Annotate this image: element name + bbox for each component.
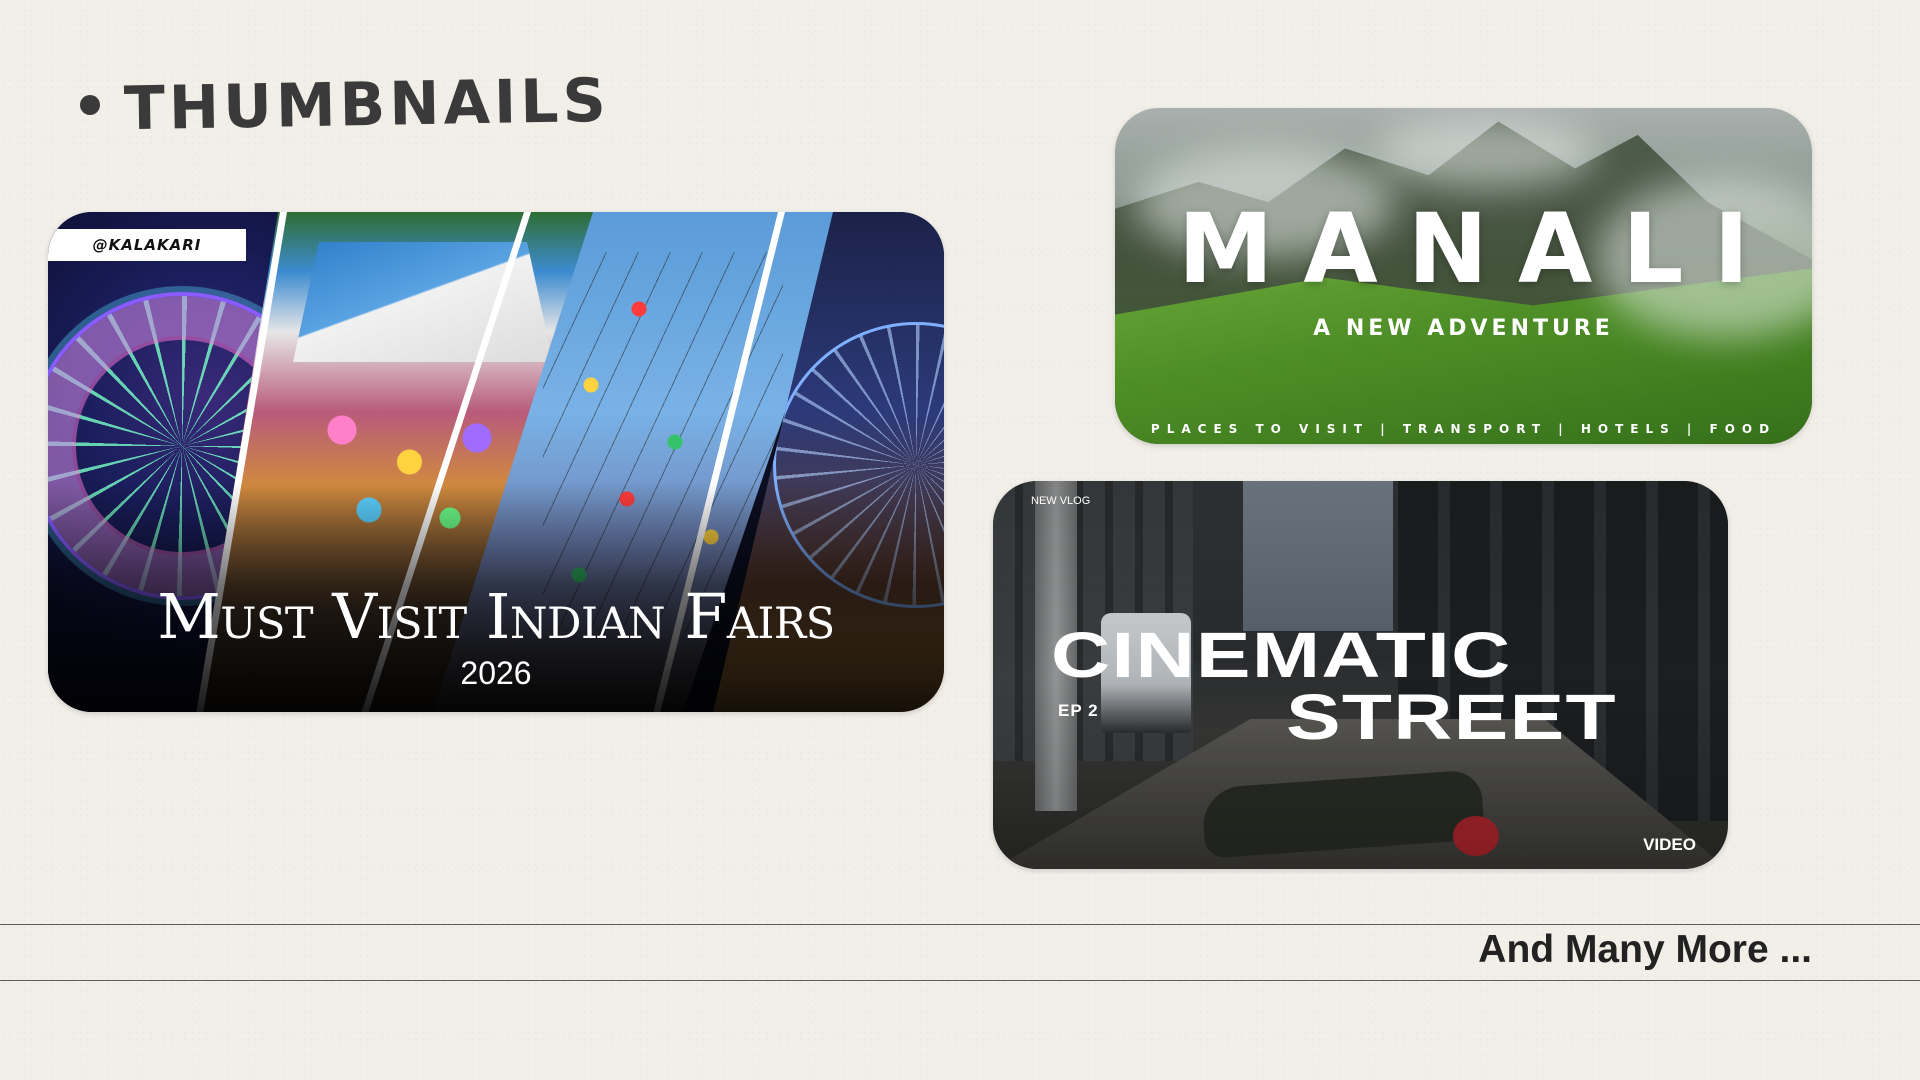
section-heading: THUMBNAILS (80, 66, 610, 144)
thumbnail-title: MANALI (1177, 193, 1780, 305)
divider-line-top (0, 924, 1920, 925)
thumbnail-title-line-2: STREET (1286, 681, 1617, 753)
thumbnail-subtitle: A NEW ADVENTURE (1313, 316, 1614, 341)
thumbnail-manali[interactable]: MANALI A NEW ADVENTURE PLACES TO VISIT |… (1115, 108, 1812, 444)
thumbnail-title: Must Visit Indian Fairs (157, 580, 835, 653)
more-caption: And Many More ... (1478, 928, 1812, 971)
thumbnail-indian-fairs[interactable]: @KALAKARI Must Visit Indian Fairs 2026 (48, 212, 944, 712)
video-label: VIDEO (1643, 835, 1696, 854)
mist-cloud (1375, 118, 1595, 188)
channel-handle: @KALAKARI (48, 229, 246, 261)
bullet-dot (80, 95, 100, 115)
divider-line-bottom (0, 980, 1920, 981)
section-title: THUMBNAILS (123, 65, 611, 145)
vlog-tag: NEW VLOG (1031, 495, 1091, 507)
thumbnail-topics: PLACES TO VISIT | TRANSPORT | HOTELS | F… (1150, 422, 1777, 436)
episode-label: EP 2 (1058, 701, 1099, 720)
thumbnail-cinematic-street[interactable]: NEW VLOG CINEMATIC EP 2 STREET VIDEO (993, 481, 1728, 869)
thumbnail-year: 2026 (460, 655, 532, 691)
thumbnail-title-line-1: CINEMATIC (1051, 619, 1512, 691)
